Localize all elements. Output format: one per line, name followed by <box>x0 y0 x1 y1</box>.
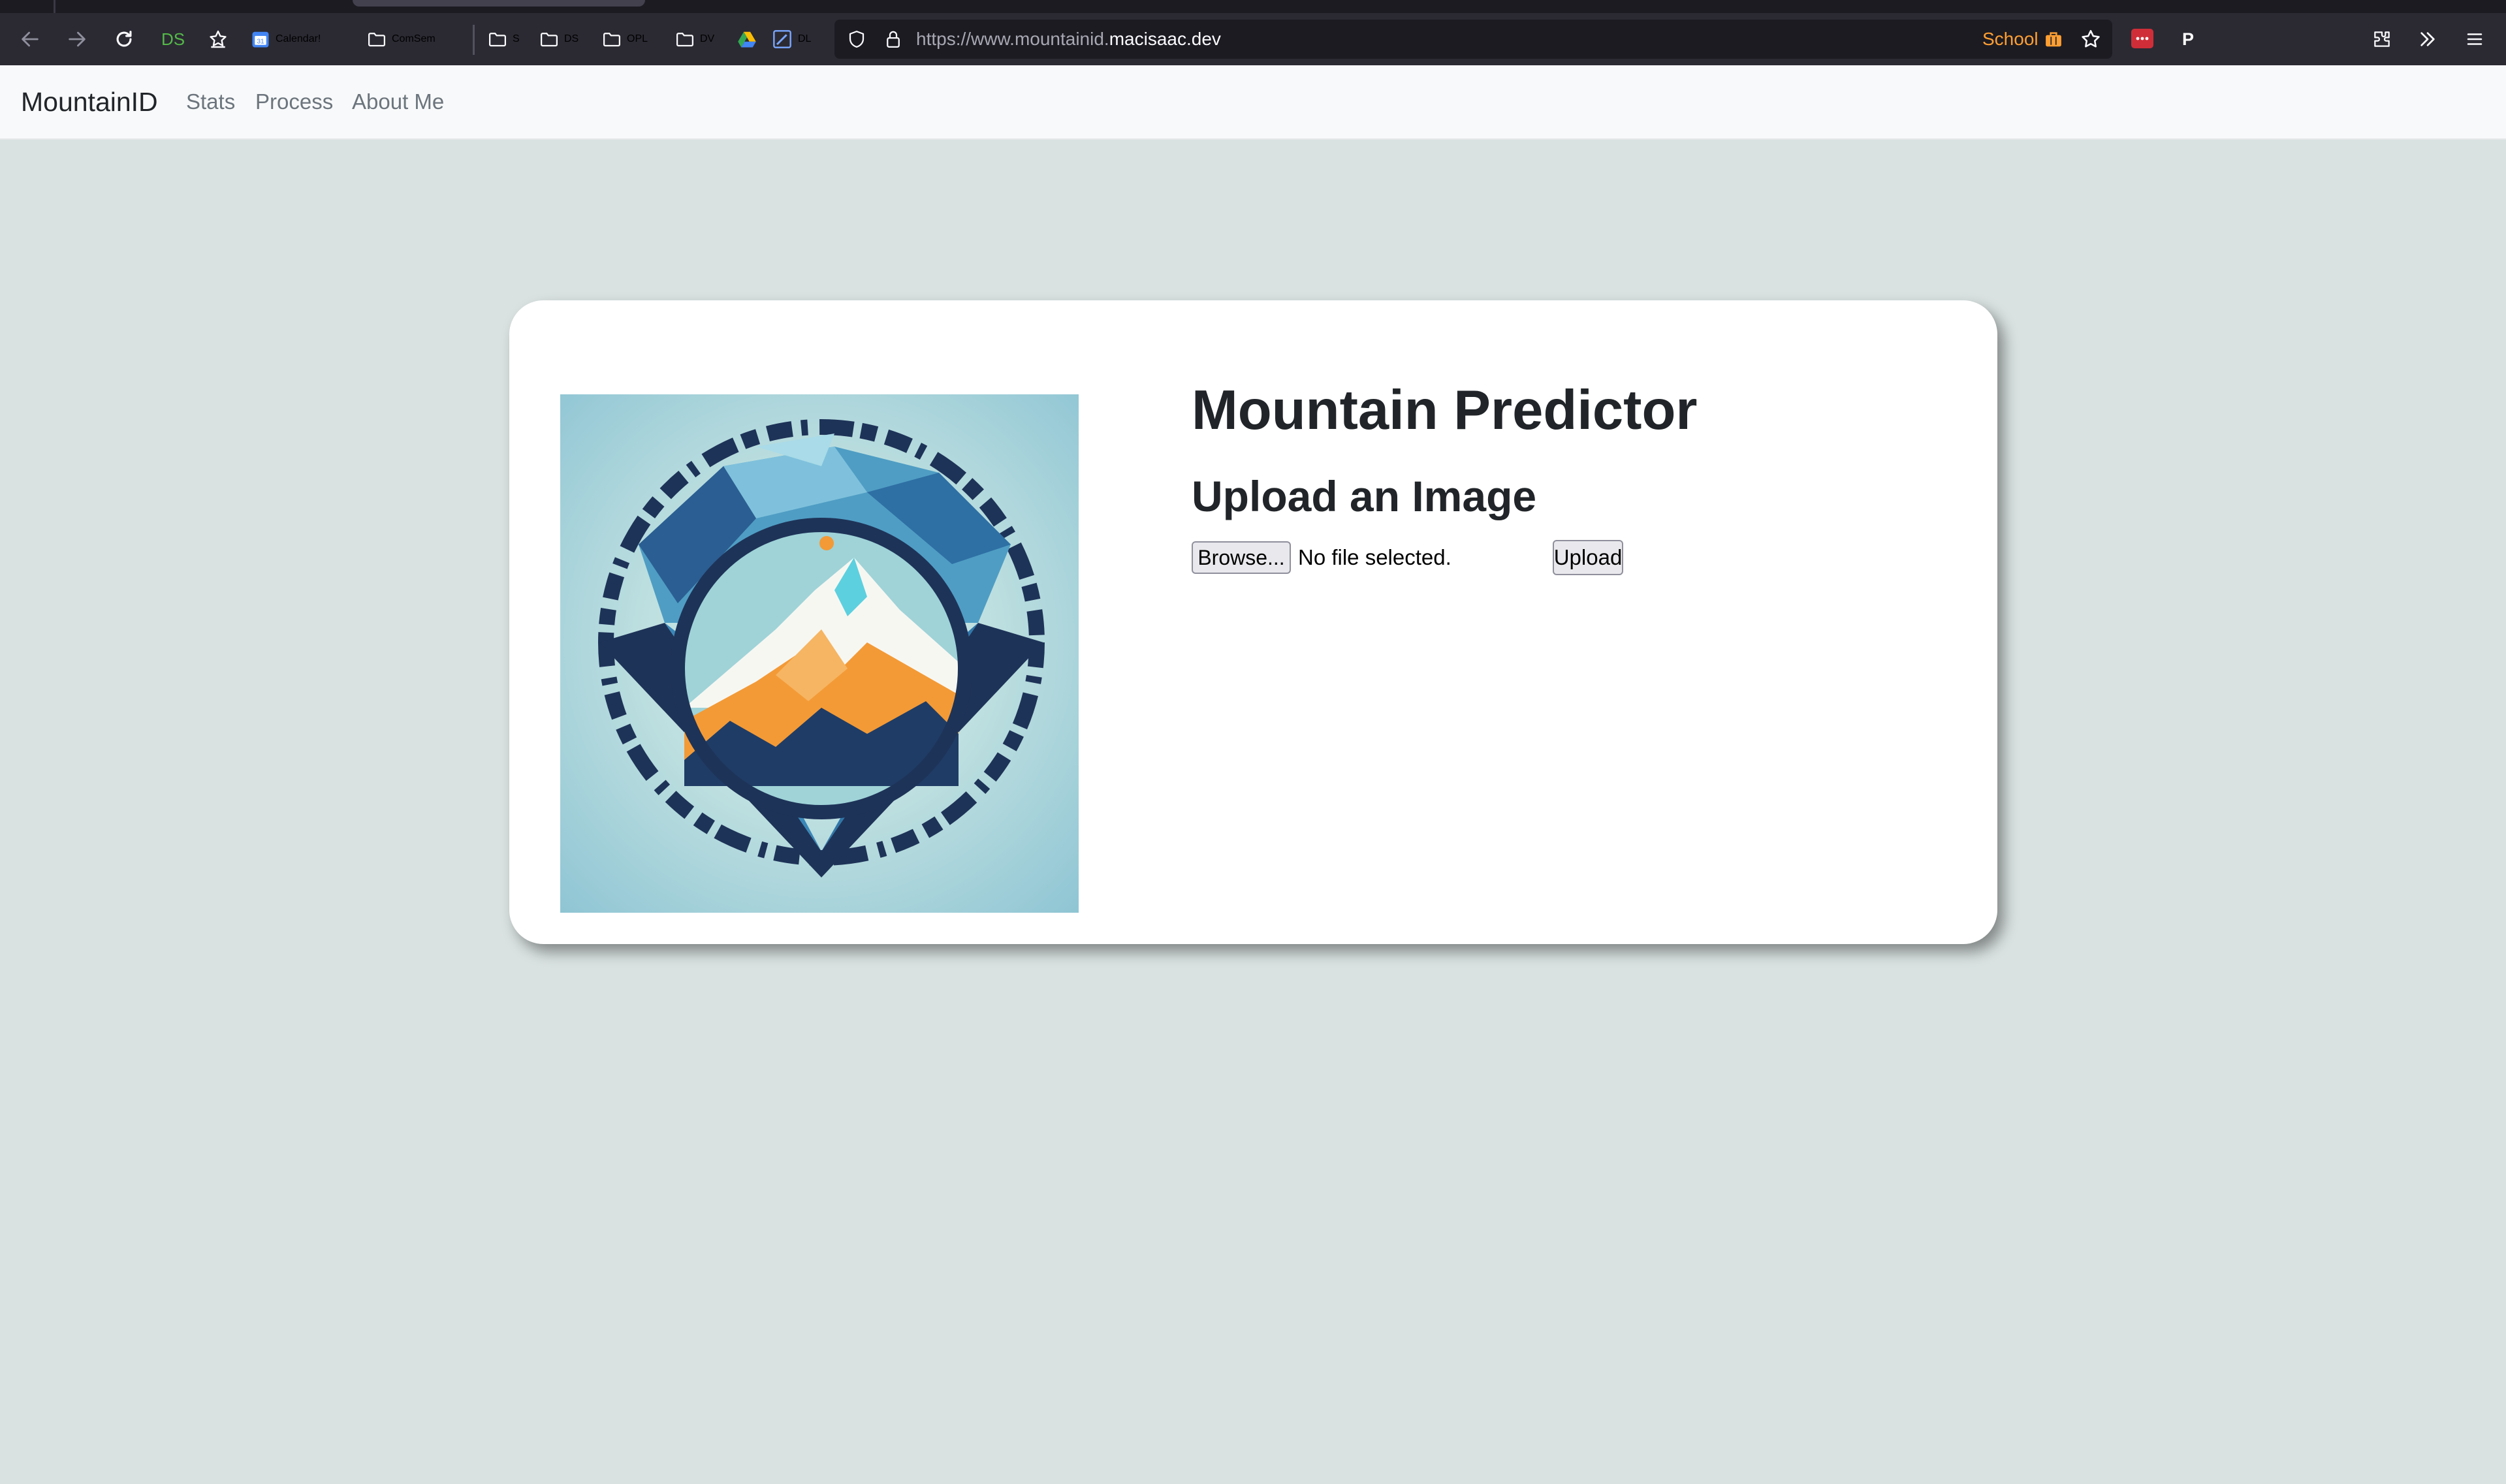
extensions-button[interactable] <box>2368 13 2396 65</box>
container-label: School <box>1982 29 2038 49</box>
bookmark-folder-dv[interactable]: DV <box>675 13 714 65</box>
overflow-menu-button[interactable] <box>2413 13 2442 65</box>
bookmark-star-icon <box>210 30 227 48</box>
bookmark-label: OPL <box>627 33 648 44</box>
folder-icon <box>603 33 620 47</box>
bookmark-dl[interactable]: DL <box>772 13 811 65</box>
bookmark-google-drive[interactable] <box>733 13 761 65</box>
bookmark-calendar[interactable]: 31 Calendar! <box>251 13 321 65</box>
forward-button[interactable] <box>63 13 91 65</box>
browse-button[interactable]: Browse... <box>1192 541 1291 574</box>
url-domain: macisaac.dev <box>1109 29 1221 49</box>
container-indicator[interactable]: School <box>1982 13 2063 65</box>
bookmark-page-button[interactable] <box>2076 13 2105 65</box>
puzzle-icon <box>2374 31 2390 47</box>
bookmark-label: ComSem <box>392 33 436 44</box>
bookmark-folder-ds[interactable]: DS <box>539 13 579 65</box>
nav-link-about-me[interactable]: About Me <box>352 65 444 138</box>
shield-icon <box>849 31 864 48</box>
star-icon <box>2082 29 2100 48</box>
reload-button[interactable] <box>110 13 138 65</box>
ds-text-icon: DS <box>161 29 185 49</box>
calendar-icon: 31 <box>252 31 269 48</box>
folder-icon <box>489 33 506 47</box>
briefcase-icon <box>2045 32 2061 47</box>
toolbar-separator <box>473 25 475 55</box>
p-extension-icon[interactable]: P <box>2176 13 2200 65</box>
active-tab[interactable] <box>353 0 645 7</box>
url-prefix: https://www.mountainid. <box>916 29 1109 49</box>
mountain-logo-image <box>560 394 1079 913</box>
bookmark-star-shortcut[interactable] <box>204 13 232 65</box>
nav-link-process[interactable]: Process <box>255 65 333 138</box>
bookmark-label: S <box>513 33 520 44</box>
reload-icon <box>116 31 132 47</box>
dots-icon <box>2136 37 2149 40</box>
back-button[interactable] <box>16 13 44 65</box>
app-menu-button[interactable] <box>2460 13 2489 65</box>
page-title: Mountain Predictor <box>1192 379 1698 441</box>
svg-text:31: 31 <box>257 38 264 45</box>
bookmark-label: Calendar! <box>276 33 321 44</box>
bookmark-label: DV <box>700 33 715 44</box>
brand-link[interactable]: MountainID <box>21 65 158 138</box>
tab-strip <box>0 0 2506 13</box>
file-status-text: No file selected. <box>1298 545 1451 569</box>
tracking-protection-button[interactable] <box>842 13 871 65</box>
bookmark-comsem[interactable]: ComSem <box>367 13 436 65</box>
folder-icon <box>368 33 385 47</box>
folder-icon <box>541 33 558 47</box>
bookmark-folder-opl[interactable]: OPL <box>602 13 648 65</box>
chevron-double-right-icon <box>2420 32 2435 46</box>
bookmark-folder-s[interactable]: S <box>488 13 520 65</box>
arrow-right-icon <box>69 31 86 47</box>
url-text[interactable]: https://www.mountainid. macisaac.dev <box>916 13 1221 65</box>
site-info-button[interactable] <box>879 13 908 65</box>
bookmark-label: DS <box>564 33 579 44</box>
red-extension-icon[interactable] <box>2131 29 2153 48</box>
google-drive-icon <box>738 31 756 48</box>
hamburger-menu-icon <box>2467 33 2482 45</box>
tab-separator <box>54 0 56 13</box>
folder-icon <box>676 33 693 47</box>
upload-button[interactable]: Upload <box>1553 540 1623 575</box>
nav-link-stats[interactable]: Stats <box>186 65 235 138</box>
bookmark-label: DL <box>798 33 812 44</box>
upload-heading: Upload an Image <box>1192 472 1537 520</box>
bookmark-ds-shortcut[interactable]: DS <box>161 13 185 65</box>
lock-icon <box>887 31 900 48</box>
edit-doc-icon <box>773 30 791 48</box>
arrow-left-icon <box>22 31 39 47</box>
